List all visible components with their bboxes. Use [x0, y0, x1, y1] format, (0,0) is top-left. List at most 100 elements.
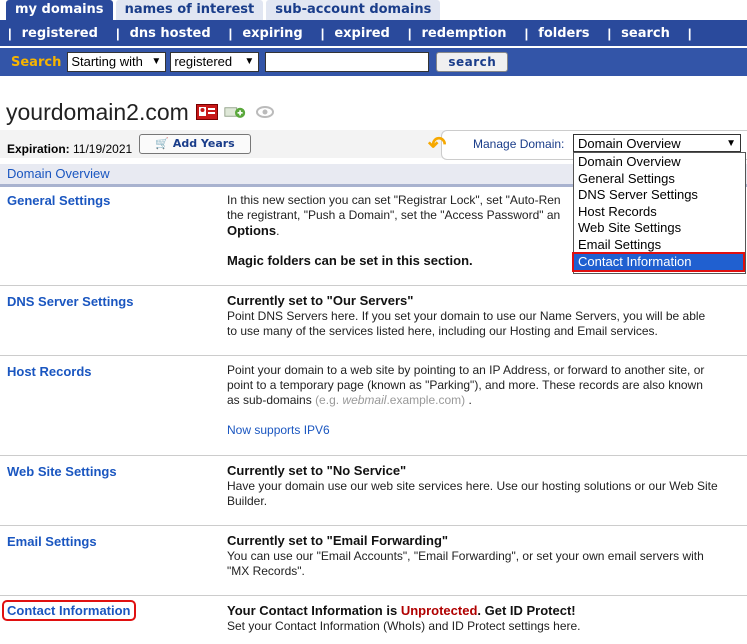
nav-separator: | [607, 25, 612, 41]
nav-dns-hosted[interactable]: dns hosted [130, 26, 221, 41]
text-fragment: webmail [342, 393, 387, 407]
nav-separator: | [524, 25, 529, 41]
general-settings-link[interactable]: General Settings [7, 193, 110, 208]
text-line: Have your domain use our web site servic… [227, 479, 718, 493]
text-line: to use many of the services listed here,… [227, 324, 658, 338]
text-line: Point DNS Servers here. If you set your … [227, 309, 706, 323]
host-records-link[interactable]: Host Records [7, 364, 92, 379]
nav-search[interactable]: search [621, 26, 680, 41]
host-records-description: Point your domain to a web site by point… [227, 363, 743, 438]
email-heading: Currently set to "Email Forwarding" [227, 533, 449, 548]
text-line: point to a temporary page (known as "Par… [227, 378, 703, 392]
text-line: "MX Records". [227, 564, 305, 578]
add-years-label: Add Years [172, 137, 235, 150]
cart-icon: 🛒 [155, 137, 169, 150]
nav-separator: | [115, 25, 120, 41]
email-settings-link[interactable]: Email Settings [7, 534, 97, 549]
option-host-records[interactable]: Host Records [578, 204, 657, 220]
nav-separator: | [8, 25, 12, 41]
manage-domain-label: Manage Domain: [473, 137, 565, 151]
option-web-site-settings[interactable]: Web Site Settings [578, 220, 681, 236]
text-line: Currently set to "No Service" [227, 463, 743, 479]
text-line: Set your Contact Information (WhoIs) and… [227, 619, 581, 633]
search-input[interactable] [265, 52, 430, 72]
nav-separator: | [407, 25, 412, 41]
get-id-protect-text: . Get ID Protect! [477, 603, 576, 618]
text-line: Currently set to "Our Servers" [227, 293, 743, 309]
search-bar: Search Starting with ▼ registered ▼ sear… [0, 48, 747, 76]
text-fragment: . [465, 393, 472, 407]
nav-registered[interactable]: registered [22, 26, 108, 41]
contact-information-link[interactable]: Contact Information [2, 600, 136, 621]
chevron-down-icon: ▼ [244, 56, 255, 67]
domain-name-title: yourdomain2.com [6, 99, 189, 125]
domain-nav-bar: | registered | dns hosted | expiring | e… [0, 20, 747, 46]
nav-separator: | [687, 25, 692, 41]
expiration-date: 11/19/2021 [73, 142, 133, 156]
unprotected-status: Unprotected [400, 603, 478, 618]
overview-title: Domain Overview [7, 166, 110, 181]
text-line: Builder. [227, 494, 268, 508]
text-line: You can use our "Email Accounts", "Email… [227, 549, 704, 563]
nav-redemption[interactable]: redemption [422, 26, 517, 41]
dns-server-settings-link[interactable]: DNS Server Settings [7, 294, 133, 309]
row-divider [0, 285, 747, 286]
search-mode-select[interactable]: Starting with ▼ [67, 52, 167, 72]
row-divider [0, 525, 747, 526]
nav-folders[interactable]: folders [538, 26, 599, 41]
text-fragment: .example.com) [386, 393, 466, 407]
row-divider [0, 595, 747, 596]
row-divider [0, 455, 747, 456]
tab-names-of-interest[interactable]: names of interest [115, 0, 264, 20]
manage-domain-select[interactable]: Domain Overview ▼ [573, 134, 741, 152]
curved-arrow-icon: ↶ [428, 132, 447, 157]
add-years-button[interactable]: 🛒 Add Years [139, 134, 251, 154]
manage-domain-dropdown: Domain Overview General Settings DNS Ser… [572, 152, 746, 274]
row-divider [0, 355, 747, 356]
search-scope-value: registered [174, 54, 233, 69]
email-description: Currently set to "Email Forwarding" You … [227, 533, 743, 579]
dns-description: Currently set to "Our Servers" Point DNS… [227, 293, 743, 339]
text-fragment: Your Contact Information is [227, 603, 401, 618]
nav-separator: | [320, 25, 325, 41]
dns-heading: Currently set to "Our Servers" [227, 293, 414, 308]
web-site-settings-link[interactable]: Web Site Settings [7, 464, 117, 479]
text-line: Point your domain to a web site by point… [227, 363, 705, 377]
text-line: as sub-domains (e.g. webmail.example.com… [227, 393, 743, 408]
option-dns-server-settings[interactable]: DNS Server Settings [578, 187, 698, 203]
option-email-settings[interactable]: Email Settings [578, 237, 661, 253]
option-contact-information[interactable]: Contact Information [572, 252, 745, 272]
expiration-info: Expiration: 11/19/2021 [7, 142, 132, 156]
magic-folders-text: Magic folders can be set in this section… [227, 253, 473, 268]
chevron-down-icon: ▼ [151, 56, 162, 67]
manage-domain-value: Domain Overview [578, 136, 681, 151]
search-button[interactable]: search [436, 52, 509, 72]
eye-icon[interactable] [255, 104, 277, 120]
search-mode-value: Starting with [71, 54, 143, 69]
ipv6-link[interactable]: Now supports IPV6 [227, 423, 743, 438]
text-fragment: (e.g. [315, 393, 343, 407]
contact-description: Your Contact Information is Unprotected.… [227, 603, 743, 634]
tab-sub-account-domains[interactable]: sub-account domains [266, 0, 441, 20]
contact-heading: Your Contact Information is Unprotected.… [227, 603, 576, 618]
options-text: Options [227, 223, 277, 238]
expiration-label: Expiration: [7, 142, 70, 156]
nav-expired[interactable]: expired [334, 26, 400, 41]
contact-card-icon[interactable] [196, 104, 218, 120]
text-fragment: as sub-domains [227, 393, 312, 407]
tab-my-domains[interactable]: my domains [6, 0, 113, 20]
nav-separator: | [228, 25, 233, 41]
search-scope-select[interactable]: registered ▼ [170, 52, 260, 72]
nav-expiring[interactable]: expiring [242, 26, 312, 41]
web-site-description: Currently set to "No Service" Have your … [227, 463, 743, 509]
search-label: Search [11, 54, 62, 70]
chevron-down-icon: ▼ [726, 138, 736, 149]
text-line: Your Contact Information is Unprotected.… [227, 603, 743, 619]
option-domain-overview[interactable]: Domain Overview [578, 154, 681, 170]
text-fragment: . [276, 224, 280, 238]
option-general-settings[interactable]: General Settings [578, 171, 675, 187]
web-heading: Currently set to "No Service" [227, 463, 407, 478]
text-line: Currently set to "Email Forwarding" [227, 533, 743, 549]
add-service-icon[interactable] [224, 104, 246, 120]
top-tabs: my domains names of interest sub-account… [6, 0, 441, 20]
